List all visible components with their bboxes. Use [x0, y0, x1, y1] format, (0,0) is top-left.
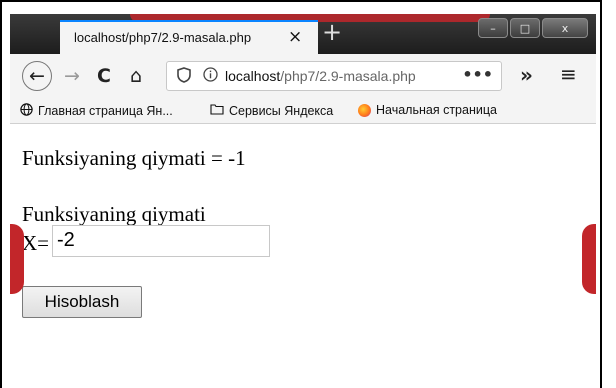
close-window-button[interactable]: x — [542, 18, 588, 38]
home-button[interactable]: ⌂ — [122, 62, 150, 90]
title-bar: localhost/php7/2.9-masala.php × + – □ x — [10, 14, 596, 54]
calculate-button[interactable]: Hisoblash — [22, 286, 142, 318]
minimize-button[interactable]: – — [478, 18, 508, 38]
page-actions-icon[interactable]: ••• — [462, 65, 493, 84]
bookmarks-bar: Главная страница Ян... Сервисы Яндекса Н… — [10, 98, 596, 124]
screenshot-frame: localhost/php7/2.9-masala.php × + – □ x … — [0, 0, 616, 388]
nav-toolbar: ← → C ⌂ localhost/php7/2.9-masala.php ••… — [10, 54, 596, 98]
address-bar[interactable]: localhost/php7/2.9-masala.php ••• — [166, 61, 502, 91]
bookmark-start-page[interactable]: Начальная страница — [358, 103, 497, 117]
bookmark-label: Главная страница Ян... — [38, 104, 173, 118]
page-content: Funksiyaning qiymati = -1 Funksiyaning q… — [10, 124, 596, 388]
tracking-shield-icon[interactable] — [177, 67, 191, 87]
forward-button[interactable]: → — [58, 62, 86, 90]
back-button[interactable]: ← — [22, 61, 52, 91]
result-text: Funksiyaning qiymati = -1 — [22, 146, 246, 170]
firefox-icon — [358, 103, 371, 117]
toolbar-overflow-icon[interactable]: » — [520, 63, 533, 87]
tab-close-icon[interactable]: × — [288, 27, 302, 47]
active-tab[interactable]: localhost/php7/2.9-masala.php × — [60, 20, 318, 54]
tab-title: localhost/php7/2.9-masala.php — [74, 30, 252, 45]
new-tab-icon[interactable]: + — [322, 20, 342, 44]
x-input[interactable]: -2 — [52, 225, 270, 257]
bookmark-yandex-home[interactable]: Главная страница Ян... — [20, 103, 173, 119]
bookmark-yandex-services[interactable]: Сервисы Яндекса — [210, 103, 333, 118]
x-label: X= — [22, 231, 50, 255]
folder-icon — [210, 103, 224, 118]
maximize-button[interactable]: □ — [510, 18, 540, 38]
site-info-icon[interactable] — [203, 67, 218, 86]
reload-button[interactable]: C — [90, 62, 118, 90]
globe-icon — [20, 103, 33, 119]
url-path: /php7/2.9-masala.php — [280, 68, 416, 84]
hamburger-menu-icon[interactable]: ≡ — [560, 62, 577, 86]
bookmark-label: Сервисы Яндекса — [229, 103, 334, 118]
url-text[interactable]: localhost/php7/2.9-masala.php — [225, 68, 416, 84]
window-controls: – □ x — [476, 18, 588, 38]
desktop-accent-left — [10, 224, 24, 294]
form-label: Funksiyaning qiymati — [22, 202, 206, 226]
desktop-accent-right — [582, 224, 596, 294]
bookmark-label: Начальная страница — [376, 103, 497, 117]
url-host: localhost — [225, 68, 281, 84]
browser-window: localhost/php7/2.9-masala.php × + – □ x … — [10, 14, 596, 388]
